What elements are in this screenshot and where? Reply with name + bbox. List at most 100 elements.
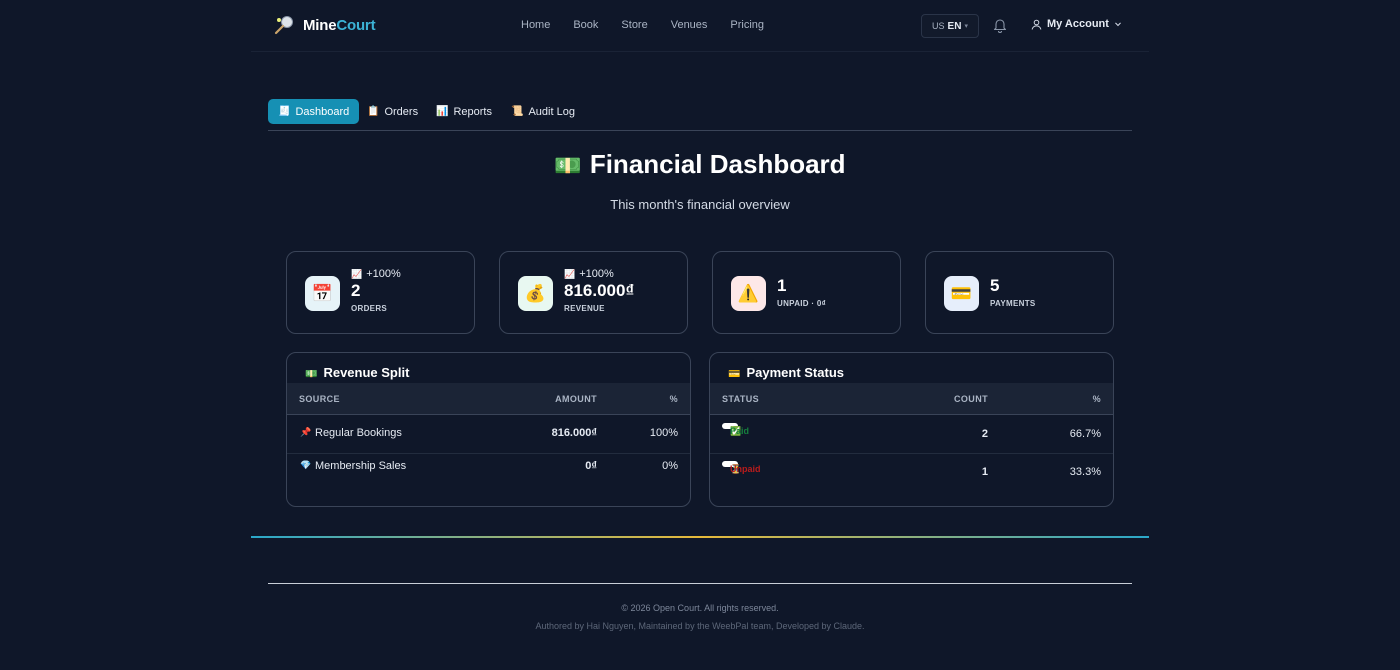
brand-name: MineCourt (303, 16, 376, 34)
payment-status-card: 💳 Payment Status STATUS COUNT % ✅ Paid 2 … (709, 352, 1114, 507)
amount-value: 0₫ (585, 460, 597, 472)
calendar-icon: 📅 (305, 276, 340, 311)
table-header: SOURCE AMOUNT % (287, 383, 690, 415)
table-row: ⏳ Unpaid 1 33.3% (710, 454, 1113, 492)
money-icon: 💵 (305, 369, 318, 380)
percent-value: 100% (649, 427, 678, 439)
source-name: Membership Sales (315, 460, 407, 472)
language-selector[interactable]: US EN ▾ (921, 14, 979, 38)
flag-label: US (932, 21, 945, 31)
stat-card-orders: 📅 📈 +100% 2 ORDERS (286, 251, 475, 334)
stat-text: 📈 +100% 816.000₫ REVENUE (564, 268, 634, 313)
pin-icon: 📌 (300, 427, 312, 437)
column-header-source: SOURCE (299, 394, 340, 404)
footer-divider (268, 583, 1132, 584)
card-title-text: Payment Status (746, 365, 844, 380)
racket-icon (274, 16, 293, 35)
count-value: 1 (981, 466, 988, 478)
warning-icon: ⚠️ (731, 276, 766, 311)
nav-link-store[interactable]: Store (621, 19, 647, 31)
page-subtitle: This month's financial overview (610, 197, 790, 212)
account-menu-button[interactable]: My Account (1031, 18, 1122, 30)
nav-link-book[interactable]: Book (573, 19, 598, 31)
account-label: My Account (1047, 18, 1109, 30)
amount-value: 816.000₫ (551, 427, 597, 439)
nav-link-home[interactable]: Home (521, 19, 550, 31)
chevron-down-icon: ▾ (964, 23, 968, 30)
tab-label: Audit Log (528, 105, 575, 118)
stat-value: 816.000₫ (564, 281, 635, 300)
stat-text: 5 PAYMENTS (990, 276, 1036, 308)
clipboard-icon: 📋 (367, 106, 380, 117)
tab-label: Reports (453, 105, 492, 118)
nav-link-pricing[interactable]: Pricing (730, 19, 764, 31)
receipt-icon: 🧾 (278, 106, 291, 117)
stat-value: 1 (777, 276, 787, 295)
scroll-icon: 📜 (511, 106, 524, 117)
status-badge: ⏳ Unpaid (722, 461, 761, 474)
stat-value: 5 (990, 276, 1000, 295)
bell-icon[interactable] (993, 17, 1007, 33)
dashboard-tabs: 🧾 Dashboard 📋 Orders 📊 Reports 📜 Audit L… (268, 99, 1132, 131)
chart-up-icon: 📈 (564, 269, 576, 279)
table-row: 📌 Regular Bookings 816.000₫ 100% (287, 416, 690, 454)
table-header: STATUS COUNT % (710, 383, 1113, 415)
tab-label: Dashboard (295, 105, 350, 118)
stat-text: 1 UNPAID · 0₫ (777, 276, 826, 308)
count-value: 2 (981, 428, 988, 440)
footer-credit: Authored by Hai Nguyen, Maintained by th… (535, 621, 865, 631)
stat-card-revenue: 💰 📈 +100% 816.000₫ REVENUE (499, 251, 688, 334)
chevron-down-icon (1115, 22, 1121, 27)
stat-trend: 📈 +100% (351, 268, 401, 280)
money-icon: 💵 (554, 153, 582, 178)
brand-logo-link[interactable]: MineCourt (273, 14, 376, 36)
source-name: Regular Bookings (315, 427, 402, 439)
money-bag-icon: 💰 (518, 276, 553, 311)
credit-card-icon: 💳 (944, 276, 979, 311)
tab-label: Orders (384, 105, 419, 118)
page-title-text: Financial Dashboard (589, 149, 846, 179)
column-header-percent: % (669, 394, 678, 404)
tab-orders[interactable]: 📋 Orders (357, 99, 428, 124)
stat-label: UNPAID · 0₫ (777, 299, 827, 308)
trend-value: +100% (579, 268, 614, 280)
stat-card-payments: 💳 5 PAYMENTS (925, 251, 1114, 334)
footer-copyright: © 2026 Open Court. All rights reserved. (621, 603, 779, 613)
bar-chart-icon: 📊 (436, 106, 449, 117)
card-title-text: Revenue Split (323, 365, 410, 380)
brand-name-part2: Court (336, 16, 376, 34)
stat-label: PAYMENTS (990, 299, 1036, 308)
percent-value: 33.3% (1069, 466, 1101, 478)
chart-up-icon: 📈 (351, 269, 363, 279)
stat-text: 📈 +100% 2 ORDERS (351, 268, 401, 313)
language-code: EN (947, 20, 962, 32)
status-badge: ✅ Paid (722, 423, 749, 436)
stat-card-unpaid: ⚠️ 1 UNPAID · 0₫ (712, 251, 901, 334)
trend-value: +100% (366, 268, 401, 280)
column-header-count: COUNT (954, 394, 988, 404)
page-title: 💵 Financial Dashboard (0, 149, 1400, 180)
user-icon (1031, 19, 1042, 30)
card-title: 💳 Payment Status (728, 365, 844, 380)
main-nav: Home Book Store Venues Pricing (521, 19, 787, 31)
nav-link-venues[interactable]: Venues (671, 19, 708, 31)
percent-value: 66.7% (1069, 428, 1101, 440)
percent-value: 0% (662, 460, 678, 472)
stat-label: ORDERS (351, 304, 388, 313)
card-title: 💵 Revenue Split (305, 365, 409, 380)
gem-icon: 💎 (300, 460, 312, 470)
brand-name-part1: Mine (303, 16, 337, 34)
gradient-divider (251, 536, 1149, 538)
table-row: ✅ Paid 2 66.7% (710, 416, 1113, 454)
tab-dashboard[interactable]: 🧾 Dashboard (268, 99, 360, 124)
status-label: Paid (730, 426, 750, 436)
stat-value: 2 (351, 281, 361, 300)
tab-reports[interactable]: 📊 Reports (426, 99, 502, 124)
stat-label: REVENUE (564, 304, 605, 313)
revenue-split-card: 💵 Revenue Split SOURCE AMOUNT % 📌 Regular… (286, 352, 691, 507)
column-header-amount: AMOUNT (555, 394, 597, 404)
tab-audit-log[interactable]: 📜 Audit Log (501, 99, 585, 124)
stat-trend: 📈 +100% (564, 268, 634, 280)
credit-card-icon: 💳 (728, 369, 741, 380)
column-header-status: STATUS (722, 394, 760, 404)
